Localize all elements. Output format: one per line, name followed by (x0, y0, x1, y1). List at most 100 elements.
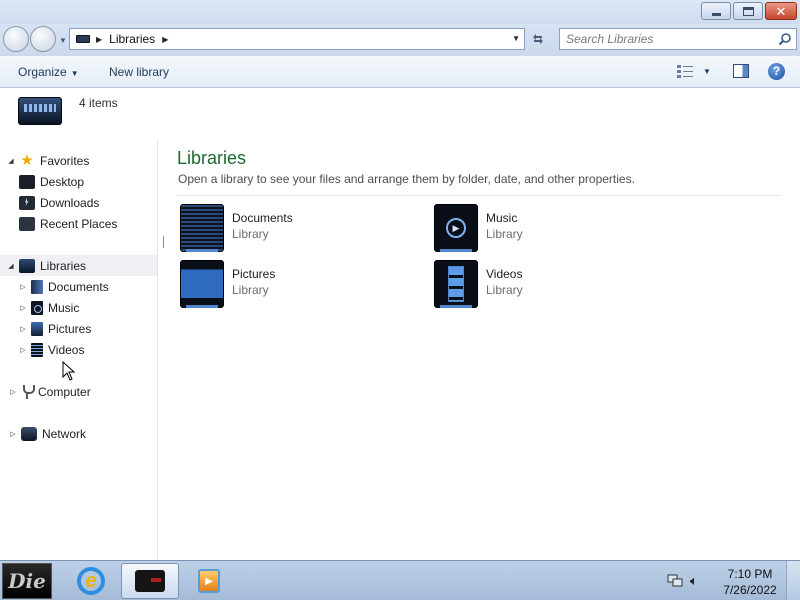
downloads-icon (19, 195, 35, 210)
videos-library-icon (434, 260, 478, 308)
chevron-right-icon[interactable]: ▶ (96, 35, 102, 44)
media-player-icon: ▶ (198, 569, 220, 593)
volume-icon[interactable]: 🔈︎ (690, 573, 706, 589)
nav-item-recent-places[interactable]: Recent Places (16, 213, 117, 234)
nav-item-downloads[interactable]: Downloads (16, 192, 99, 213)
nav-item-label: Downloads (40, 195, 100, 210)
libraries-icon (19, 258, 35, 273)
preview-pane-icon[interactable] (733, 64, 749, 78)
address-row: ▼ ▶ Libraries ▶ ▼ (0, 24, 800, 56)
search-input[interactable] (560, 29, 760, 49)
nav-item-label: Pictures (48, 321, 92, 336)
library-type: Library (232, 227, 269, 241)
item-count: 4 items (79, 96, 118, 110)
maximize-button[interactable] (733, 2, 763, 20)
command-bar: Organize ▼ New library ▼ ? (0, 56, 800, 88)
library-name: Pictures (232, 267, 276, 281)
view-options-dropdown[interactable]: ▼ (703, 67, 711, 76)
libraries-icon (76, 35, 90, 43)
recent-pages-dropdown[interactable]: ▼ (59, 36, 67, 45)
close-button[interactable]: ✕ (765, 2, 797, 20)
search-box[interactable] (559, 28, 797, 50)
nav-libraries[interactable]: ◢ Libraries (0, 255, 157, 276)
recent-places-icon (19, 216, 35, 231)
libraries-large-icon (18, 97, 62, 125)
nav-item-desktop[interactable]: Desktop (16, 171, 84, 192)
library-tile-pictures[interactable]: Pictures Library (180, 260, 400, 310)
library-name: Music (486, 211, 518, 225)
expanded-arrow-icon[interactable]: ◢ (6, 157, 16, 165)
music-icon (31, 300, 43, 315)
clock-time: 7:10 PM (727, 567, 773, 581)
library-name: Videos (486, 267, 523, 281)
search-icon[interactable] (778, 32, 792, 46)
minimize-button[interactable] (701, 2, 731, 20)
documents-library-icon (180, 204, 224, 252)
nav-libraries-label: Libraries (40, 258, 87, 273)
library-tile-music[interactable]: ▶ Music Library (434, 204, 654, 254)
collapsed-arrow-icon[interactable]: ▷ (18, 346, 28, 354)
nav-computer[interactable]: ▷ Computer (8, 381, 91, 402)
title-bar: ✕ (0, 0, 800, 24)
nav-favorites[interactable]: ◢ ★ Favorites (6, 150, 89, 171)
page-description: Open a library to see your files and arr… (178, 172, 635, 186)
breadcrumb-libraries[interactable]: Libraries (109, 32, 155, 46)
refresh-button[interactable] (528, 29, 548, 49)
pictures-icon (31, 321, 43, 336)
new-library-button[interactable]: New library (109, 65, 169, 79)
nav-item-documents[interactable]: ▷ Documents (18, 276, 109, 297)
address-bar[interactable]: ▶ Libraries ▶ ▼ (69, 28, 525, 50)
taskbar-windows-explorer[interactable] (121, 563, 179, 599)
back-button[interactable] (3, 26, 29, 52)
collapsed-arrow-icon[interactable]: ▷ (18, 304, 28, 312)
network-tray-icon[interactable] (667, 574, 683, 588)
nav-favorites-label: Favorites (40, 153, 90, 168)
nav-item-videos[interactable]: ▷ Videos (18, 339, 84, 360)
address-dropdown-icon[interactable]: ▼ (512, 34, 520, 43)
taskbar-media-player[interactable]: ▶ (180, 563, 238, 599)
documents-icon (31, 279, 43, 294)
nav-computer-label: Computer (38, 384, 91, 399)
library-tile-documents[interactable]: Documents Library (180, 204, 400, 254)
nav-item-pictures[interactable]: ▷ Pictures (18, 318, 91, 339)
computer-icon (21, 384, 35, 399)
nav-item-label: Recent Places (40, 216, 118, 231)
change-view-icon[interactable] (677, 64, 693, 78)
chevron-right-icon[interactable]: ▶ (162, 35, 168, 44)
forward-button[interactable] (30, 26, 56, 52)
collapsed-arrow-icon[interactable]: ▷ (8, 430, 18, 438)
organize-label: Organize (18, 65, 67, 79)
help-icon[interactable]: ? (768, 63, 785, 80)
details-pane: 4 items (0, 88, 800, 134)
show-desktop-button[interactable] (786, 561, 800, 600)
system-clock[interactable]: 7:10 PM 7/26/2022 (716, 566, 784, 598)
library-tile-videos[interactable]: Videos Library (434, 260, 654, 310)
start-button[interactable]: Die (2, 563, 52, 599)
divider (177, 195, 782, 196)
expanded-arrow-icon[interactable]: ◢ (6, 262, 16, 270)
library-type: Library (486, 227, 523, 241)
nav-network[interactable]: ▷ Network (8, 423, 86, 444)
pictures-library-icon (180, 260, 224, 308)
clock-date: 7/26/2022 (723, 583, 777, 597)
minimize-icon (711, 13, 721, 16)
nav-item-label: Videos (48, 342, 85, 357)
mouse-cursor-icon (62, 361, 76, 381)
restore-icon (742, 6, 754, 16)
content-area: Libraries Open a library to see your fil… (159, 140, 800, 560)
taskbar-internet-explorer[interactable]: e (62, 563, 120, 599)
collapsed-arrow-icon[interactable]: ▷ (8, 388, 18, 396)
collapsed-arrow-icon[interactable]: ▷ (18, 325, 28, 333)
library-type: Library (486, 283, 523, 297)
nav-item-label: Desktop (40, 174, 85, 189)
refresh-icon (533, 34, 543, 44)
nav-item-label: Music (48, 300, 80, 315)
taskbar: Die e ▶ 🔈︎ 7:10 PM 7/26/2022 (0, 560, 800, 600)
favorites-star-icon: ★ (20, 151, 34, 169)
nav-item-label: Documents (48, 279, 109, 294)
close-icon: ✕ (775, 3, 787, 19)
collapsed-arrow-icon[interactable]: ▷ (18, 283, 28, 291)
chevron-down-icon: ▼ (70, 69, 79, 78)
organize-button[interactable]: Organize ▼ (18, 65, 79, 79)
nav-item-music[interactable]: ▷ Music (18, 297, 79, 318)
